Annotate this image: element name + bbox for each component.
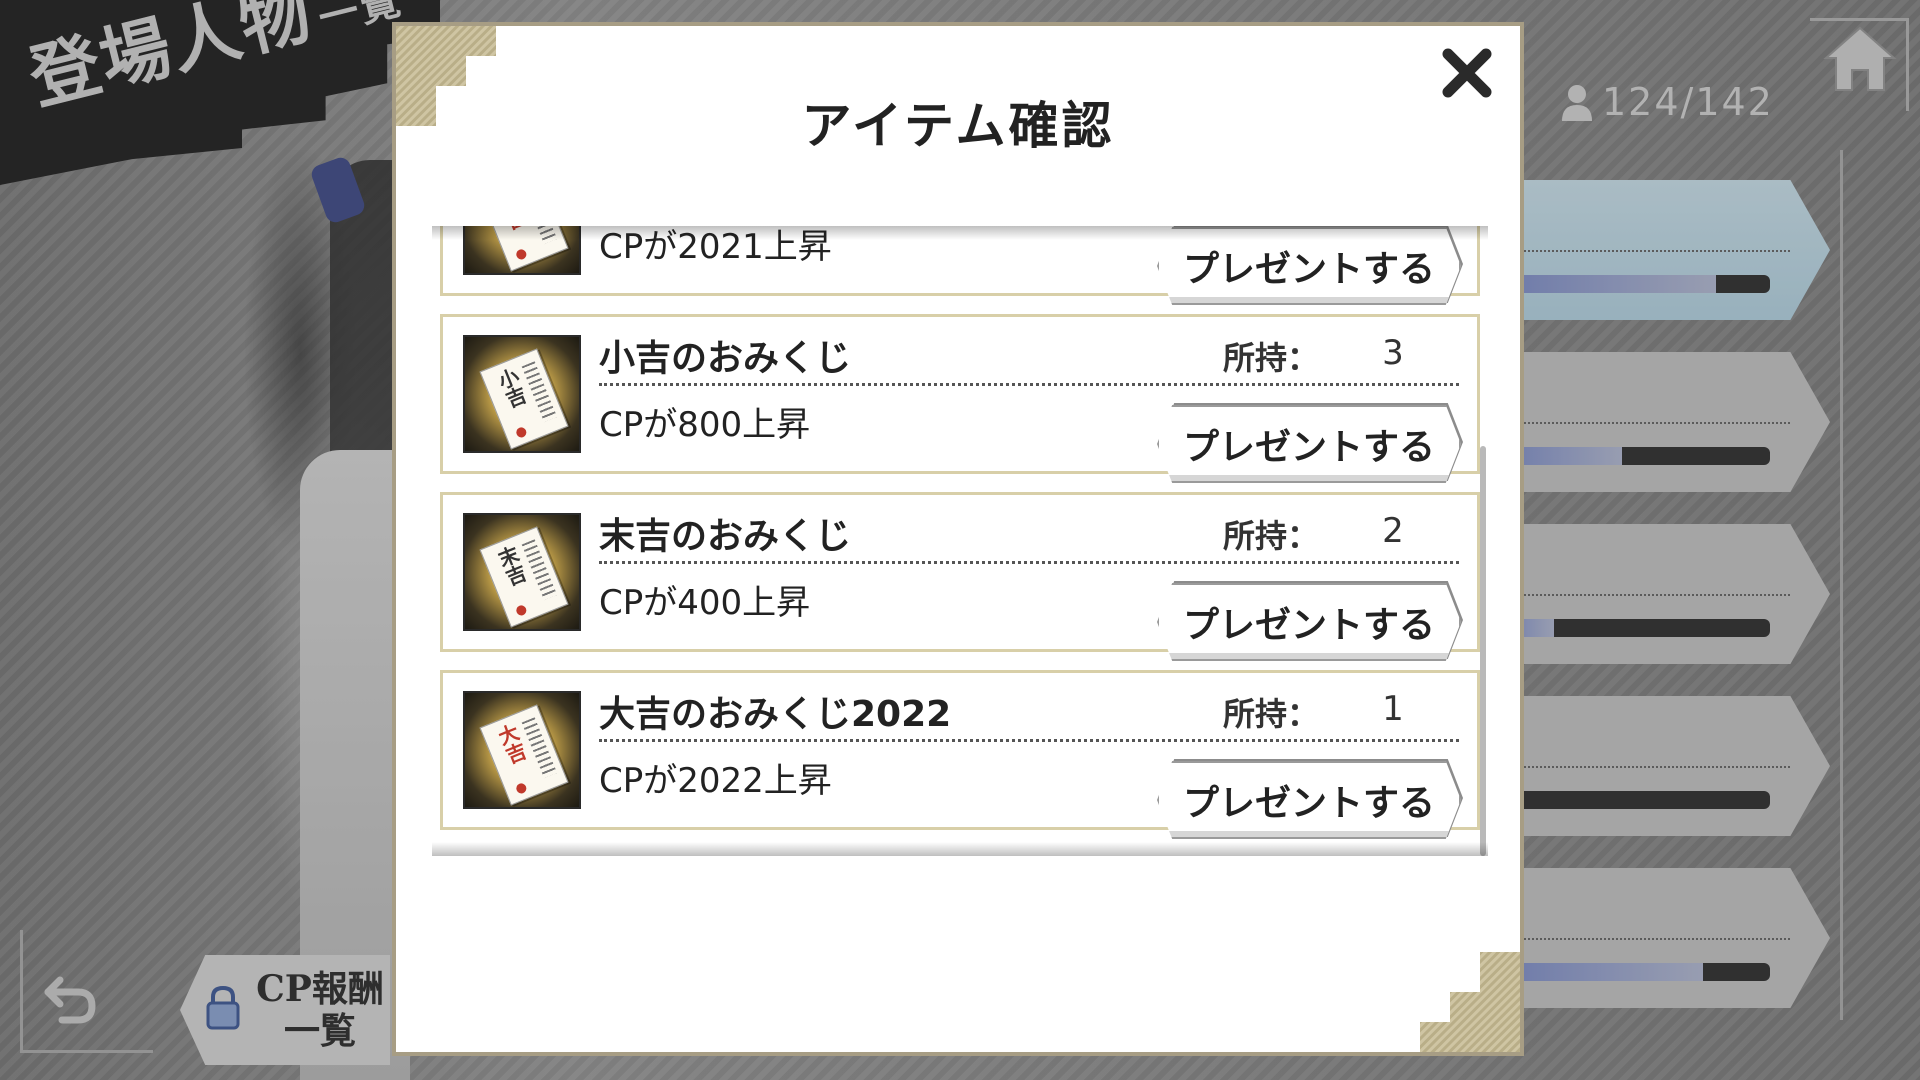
item-divider [599,739,1459,742]
present-button[interactable]: プレゼントする [1157,227,1461,305]
present-button[interactable]: プレゼントする [1157,583,1461,661]
owned-count: 1 [1382,689,1404,729]
item-row: 大吉 大吉のおみくじ2022 所持： 1 CPが2022上昇 プレゼントする [440,670,1480,839]
item-divider [599,561,1459,564]
owned-count: 2 [1382,511,1404,551]
omikuji-kanji: 大吉 [490,226,532,234]
dialog-title: アイテム確認 [801,97,1115,155]
item-confirm-dialog: アイテム確認 大吉大吉のおみくじ2021所持：3CPが2021上昇プレゼントする… [392,22,1524,1056]
owned-count: 3 [1382,333,1404,373]
omikuji-text-lines [521,226,558,245]
omikuji-seal [514,425,528,439]
item-list-viewport[interactable]: 大吉大吉のおみくじ2021所持：3CPが2021上昇プレゼントする小吉小吉のおみ… [432,226,1488,856]
item-description: CPが2022上昇 [599,761,832,801]
item-name: 末吉のおみくじ [599,516,852,557]
item-list: 大吉大吉のおみくじ2021所持：3CPが2021上昇プレゼントする小吉小吉のおみ… [432,226,1488,848]
close-icon[interactable] [1438,44,1496,102]
present-button[interactable]: プレゼントする [1157,405,1461,483]
omikuji-seal [514,247,528,261]
owned-label: 所持： [1223,339,1320,377]
item-description: CPが800上昇 [599,405,811,445]
item-row: 大吉大吉のおみくじ2021所持：3CPが2021上昇プレゼントする [440,226,1480,305]
present-button[interactable]: プレゼントする [1157,761,1461,839]
item-row: 小吉 小吉のおみくじ 所持： 3 CPが800上昇 プレゼントする [440,314,1480,483]
dialog-corner-ornament [1420,952,1520,1052]
omikuji-seal [514,603,528,617]
omikuji-seal [514,781,528,795]
item-description: CPが2021上昇 [599,227,832,267]
omikuji-shokichi-icon: 小吉 [463,335,581,453]
omikuji-suekichi-icon: 末吉 [463,513,581,631]
owned-label: 所持： [1223,695,1320,733]
scrollbar[interactable] [1480,446,1486,856]
omikuji-ticket: 大吉 [479,226,569,272]
omikuji-ticket: 末吉 [479,526,569,628]
item-divider [599,383,1459,386]
item-description: CPが400上昇 [599,583,811,623]
omikuji-daikichi-icon: 大吉 [463,691,581,809]
item-name: 小吉のおみくじ [599,338,852,379]
omikuji-ticket: 大吉 [479,704,569,806]
owned-label: 所持： [1223,517,1320,555]
item-name: 大吉のおみくじ2022 [599,694,952,735]
omikuji-daikichi-icon: 大吉 [463,226,581,275]
item-row: 末吉 末吉のおみくじ 所持： 2 CPが400上昇 プレゼントする [440,492,1480,661]
omikuji-ticket: 小吉 [479,348,569,450]
